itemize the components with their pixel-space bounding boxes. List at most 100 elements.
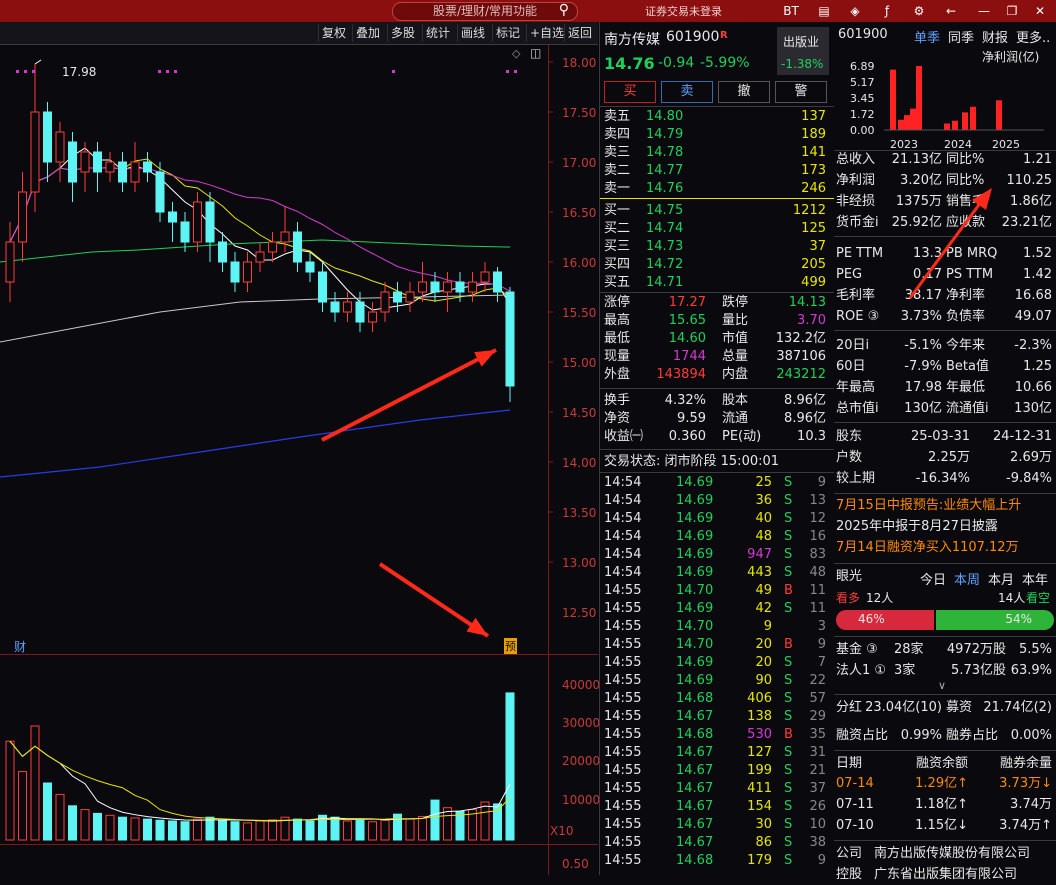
cancel-order-button[interactable]: 撤 [718, 81, 770, 103]
buy-level-4[interactable]: 买四 14.72 205 [604, 256, 830, 274]
volume-bar [5, 740, 15, 841]
bt-icon[interactable]: BT [782, 2, 800, 20]
volume-bar [130, 817, 140, 841]
bear-bar[interactable]: 54% [936, 610, 1054, 630]
tick-row: 14:55 14.68 179 S 9 [604, 853, 826, 868]
candle-body [43, 111, 52, 163]
sentiment-tab[interactable]: 本年 [1022, 569, 1048, 588]
fx-icon[interactable]: ƒ [878, 2, 896, 20]
fin-bar [952, 120, 958, 130]
tick-row: 14:55 14.67 30 S 10 [604, 817, 826, 832]
candle-body [30, 111, 40, 193]
volume-bar [380, 819, 390, 841]
buy-level-3[interactable]: 买三 14.73 37 [604, 238, 830, 256]
signal-dot [392, 70, 395, 73]
gear-icon[interactable]: ⚙ [910, 2, 928, 20]
bull-bar[interactable]: 46% [836, 610, 934, 630]
volume-bar [143, 818, 152, 841]
volume-bar [105, 814, 115, 841]
close-icon[interactable]: ✕ [1031, 2, 1049, 20]
expand-icon[interactable]: ∨ [938, 679, 946, 692]
toolbar-fuquan-button[interactable]: 复权 [318, 24, 349, 42]
candle-body [443, 281, 452, 293]
restore-icon[interactable]: ❐ [1003, 2, 1021, 20]
candle-body [293, 231, 302, 263]
buy-button[interactable]: 买 [604, 81, 656, 103]
tick-row: 14:55 14.67 86 S 38 [604, 835, 826, 850]
buy-level-1[interactable]: 买一 14.75 1212 [604, 202, 830, 220]
panel-toggle-icon[interactable]: ◫ [530, 46, 541, 60]
tick-row: 14:55 14.68 530 B 35 [604, 727, 826, 742]
sell-level-5[interactable]: 卖五 14.80 137 [604, 108, 830, 126]
toolbar-mark-button[interactable]: 标记 [492, 24, 523, 42]
toolbar-watchlist-button[interactable]: +自选 [526, 24, 567, 42]
holder-row: 较上期 -16.34% -9.84% [836, 471, 1052, 486]
sentiment-tab[interactable]: 本周 [954, 569, 980, 588]
net-profit-chart[interactable]: 6.895.173.451.720.002023 2024 2025 [834, 44, 1056, 152]
search-input[interactable]: 股票/理财/常用功能 ⚲ [392, 2, 578, 21]
kline-svg[interactable] [0, 44, 598, 875]
candle-body [255, 251, 265, 263]
news-item[interactable]: 7月15日中报预告:业绩大幅上升 [836, 496, 1054, 516]
candle-body [368, 311, 377, 323]
stock-code: 601900 [666, 29, 720, 45]
toolbar-stats-button[interactable]: 统计 [422, 24, 453, 42]
login-status[interactable]: 证券交易未登录 [645, 3, 722, 19]
cube-icon[interactable]: ◈ [846, 2, 864, 20]
toolbar-return-button[interactable]: 返回 [564, 24, 595, 42]
toolbar-draw-button[interactable]: 画线 [457, 24, 488, 42]
fin-bar [996, 100, 1002, 130]
fin-row: 总收入 21.13亿 同比% 1.21 [836, 152, 1052, 167]
finance-marker[interactable]: 财 [14, 638, 26, 655]
toolbar-multi-button[interactable]: 多股 [387, 24, 418, 42]
candle-body [343, 301, 352, 313]
volume-bar [268, 819, 277, 841]
kline-chart-area[interactable]: 18.00 17.50 17.00 16.50 16.00 15.50 15.0… [0, 44, 600, 875]
sentiment-tab[interactable]: 今日 [920, 569, 946, 588]
buy-level-2[interactable]: 买二 14.74 125 [604, 220, 830, 238]
valuation-row: ROE ③ 3.73% 负债率 49.07 [836, 309, 1052, 324]
search-icon[interactable]: ⚲ [559, 2, 569, 19]
volume-bar [168, 820, 177, 841]
rzrq-badge: R [720, 30, 728, 41]
alert-button[interactable]: 警 [775, 81, 827, 103]
tick-row: 14:55 14.70 49 B 11 [604, 583, 826, 598]
high-price-marker: 17.98 [62, 65, 97, 79]
candle-body [430, 281, 440, 293]
buy-level-5[interactable]: 买五 14.71 499 [604, 274, 830, 292]
sentiment-tab[interactable]: 本月 [988, 569, 1014, 588]
signal-dot [174, 70, 177, 73]
tick-row: 14:55 14.68 406 S 57 [604, 691, 826, 706]
sell-level-4[interactable]: 卖四 14.79 189 [604, 126, 830, 144]
volume-bar [455, 811, 465, 841]
news-item[interactable]: 7月14日融资净买入1107.12万 [836, 538, 1054, 558]
volume-bar [343, 820, 352, 841]
diamond-icon[interactable]: ◇ [512, 47, 520, 60]
volume-bar [30, 725, 40, 841]
chart-toolbar: 复权 叠加 多股 统计 画线 标记 +自选 返回 [0, 22, 598, 45]
forecast-marker[interactable]: 预 [504, 638, 517, 654]
sector-box[interactable]: 出版业 -1.38% [777, 27, 829, 75]
tick-row: 14:55 14.69 20 S 7 [604, 655, 826, 670]
sell-level-2[interactable]: 卖二 14.77 173 [604, 162, 830, 180]
chart-icon[interactable]: ▤ [815, 2, 833, 20]
arrow-annotation-head [474, 350, 496, 367]
volume-bar [118, 816, 127, 841]
sell-level-1[interactable]: 卖一 14.76 246 [604, 180, 830, 198]
perf-row: 总市值i 130亿 流通值i 130亿 [836, 401, 1052, 416]
toolbar-overlay-button[interactable]: 叠加 [352, 24, 383, 42]
volume-bar [305, 820, 315, 841]
price-axis-label: 16.50 [562, 206, 597, 220]
volume-bar [255, 820, 265, 841]
indicator-axis-label: 0.50 [562, 857, 589, 871]
news-item[interactable]: 2025年中报于8月27日披露 [836, 517, 1054, 537]
sell-button[interactable]: 卖 [661, 81, 713, 103]
tick-row: 14:55 14.67 199 S 21 [604, 763, 826, 778]
info-panel: 601900 单季 同季 财报 更多.. 净利润(亿) 6.89 5.17 3.45… [834, 22, 1056, 882]
high-marker-line [34, 59, 42, 65]
minimize-icon[interactable]: — [975, 2, 993, 20]
tick-row: 14:55 14.70 20 B 9 [604, 637, 826, 652]
back-icon[interactable]: ← [942, 2, 960, 20]
sell-level-3[interactable]: 卖三 14.78 141 [604, 144, 830, 162]
tick-row: 14:55 14.67 138 S 29 [604, 709, 826, 724]
